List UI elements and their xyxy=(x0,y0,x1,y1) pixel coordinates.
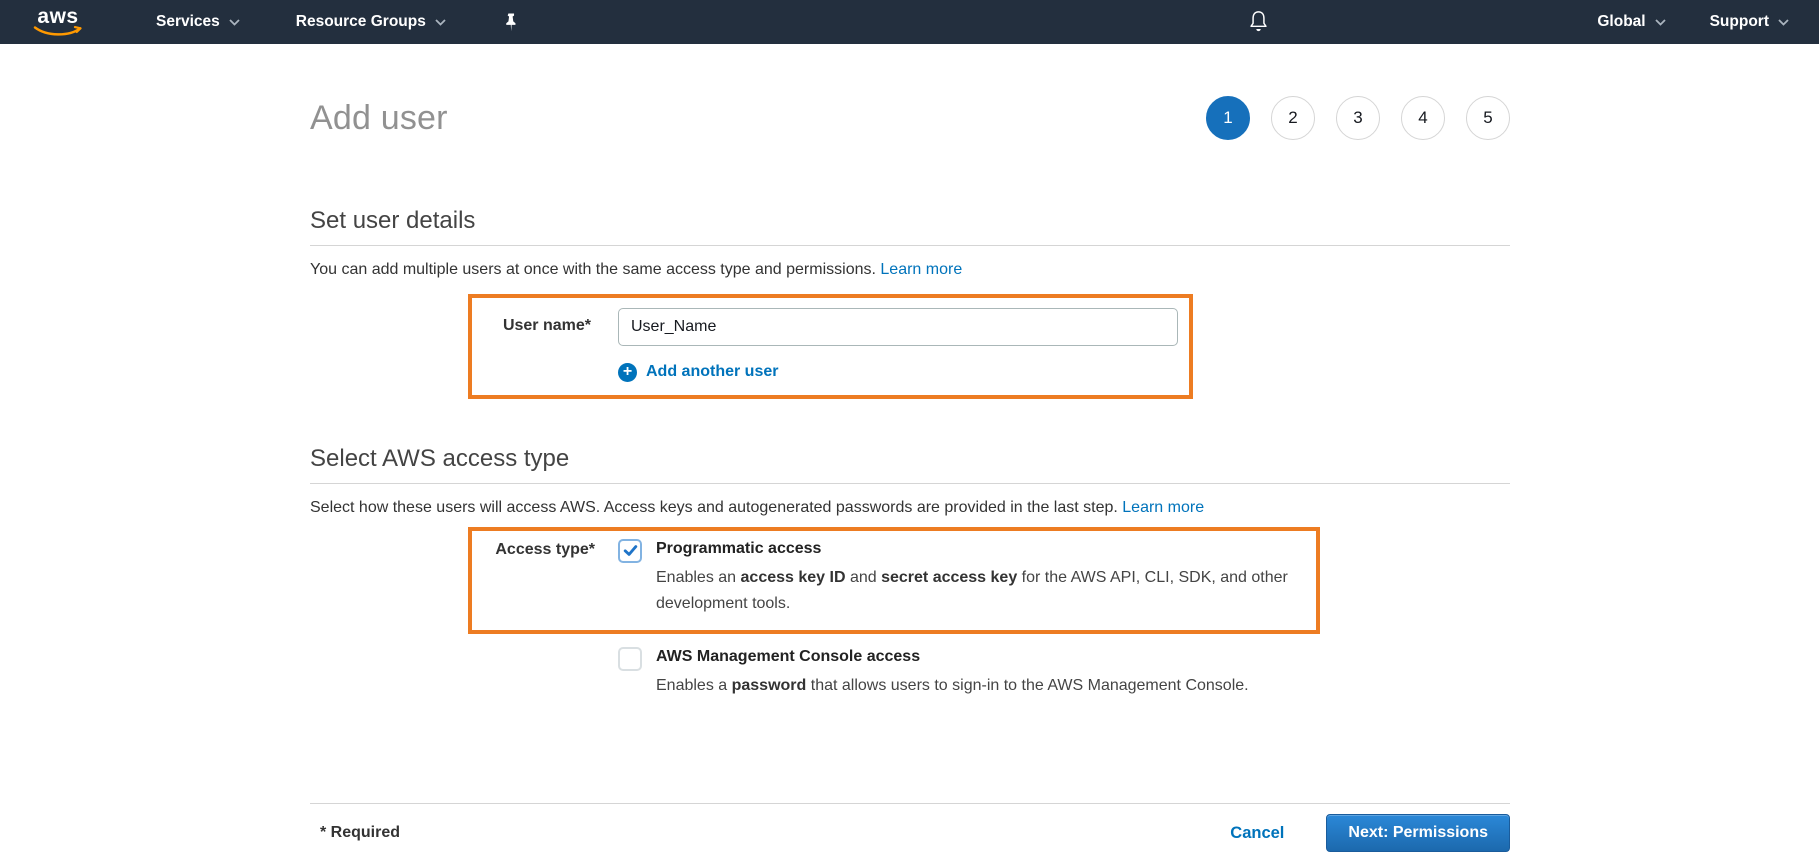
page-title: Add user xyxy=(310,98,448,137)
next-permissions-button[interactable]: Next: Permissions xyxy=(1326,814,1510,852)
nav-right-group: Global Support xyxy=(1597,13,1789,31)
desc-text: that allows users to sign-in to the AWS … xyxy=(806,676,1249,694)
aws-logo[interactable]: aws xyxy=(30,4,86,37)
desc-text: Enables an xyxy=(656,568,741,586)
access-type-heading: Select AWS access type xyxy=(310,444,570,472)
step-indicator: 1 2 3 4 5 xyxy=(1206,96,1510,141)
user-details-learn-more-link[interactable]: Learn more xyxy=(880,261,962,278)
nav-global-label: Global xyxy=(1597,13,1646,30)
programmatic-access-checkbox[interactable] xyxy=(618,538,642,563)
console-access-checkbox[interactable] xyxy=(618,646,642,671)
user-details-heading: Set user details xyxy=(310,206,476,234)
chevron-down-icon xyxy=(1654,18,1666,26)
access-type-highlight-box: Access type* Programmatic access Enables… xyxy=(468,526,1320,634)
programmatic-access-option: Programmatic access Enables an access ke… xyxy=(656,538,1316,617)
chevron-down-icon xyxy=(1778,18,1789,26)
desc-bold: secret access key xyxy=(881,568,1018,586)
step-2: 2 xyxy=(1271,96,1315,141)
user-details-description: You can add multiple users at once with … xyxy=(310,259,1510,281)
step-5: 5 xyxy=(1466,96,1510,141)
desc-text: Enables a xyxy=(656,676,732,694)
section-divider xyxy=(310,244,1510,246)
pin-icon[interactable] xyxy=(502,12,519,32)
step-4: 4 xyxy=(1401,96,1445,141)
add-user-page: aws Services Resource Groups Global Supp… xyxy=(0,0,1819,862)
section-divider xyxy=(310,482,1510,484)
user-name-label: User name* xyxy=(502,316,591,334)
aws-smile-icon xyxy=(33,25,82,36)
bell-icon[interactable] xyxy=(1248,9,1269,39)
desc-bold: access key ID xyxy=(740,568,846,586)
step-1: 1 xyxy=(1206,96,1250,141)
desc-text: and xyxy=(845,568,882,586)
programmatic-access-desc: Enables an access key ID and secret acce… xyxy=(656,565,1316,617)
chevron-down-icon xyxy=(435,18,446,26)
step-3: 3 xyxy=(1336,96,1380,141)
nav-services[interactable]: Services xyxy=(156,13,240,31)
console-access-title: AWS Management Console access xyxy=(656,647,921,665)
nav-region-global[interactable]: Global xyxy=(1597,13,1666,31)
required-note: * Required xyxy=(320,824,401,841)
nav-support-label: Support xyxy=(1709,13,1769,30)
access-type-learn-more-link[interactable]: Learn more xyxy=(1122,499,1204,516)
nav-resource-groups-label: Resource Groups xyxy=(295,13,426,30)
user-name-highlight-box: User name* + Add another user xyxy=(468,293,1193,399)
desc-bold: password xyxy=(731,676,807,694)
console-access-row: AWS Management Console access Enables a … xyxy=(618,646,1510,699)
top-navbar: aws Services Resource Groups Global Supp… xyxy=(0,0,1819,44)
access-type-description: Select how these users will access AWS. … xyxy=(310,497,1510,519)
access-type-description-text: Select how these users will access AWS. … xyxy=(310,498,1123,516)
user-details-description-text: You can add multiple users at once with … xyxy=(310,260,881,278)
console-access-desc: Enables a password that allows users to … xyxy=(656,673,1249,699)
access-type-label: Access type* xyxy=(495,540,595,558)
nav-services-label: Services xyxy=(156,13,220,30)
programmatic-access-title: Programmatic access xyxy=(656,539,822,557)
nav-support[interactable]: Support xyxy=(1710,13,1789,31)
aws-logo-text: aws xyxy=(37,4,79,28)
nav-resource-groups[interactable]: Resource Groups xyxy=(296,13,446,31)
chevron-down-icon xyxy=(229,18,240,26)
cancel-button[interactable]: Cancel xyxy=(1230,824,1284,843)
add-another-user-button[interactable]: + Add another user xyxy=(618,362,1178,382)
plus-circle-icon: + xyxy=(618,362,637,382)
wizard-footer: * Required Cancel Next: Permissions xyxy=(310,803,1510,862)
user-name-input[interactable] xyxy=(618,307,1178,346)
add-another-user-label: Add another user xyxy=(646,363,779,381)
checkmark-icon xyxy=(623,545,637,556)
console-access-option: AWS Management Console access Enables a … xyxy=(656,646,1249,699)
